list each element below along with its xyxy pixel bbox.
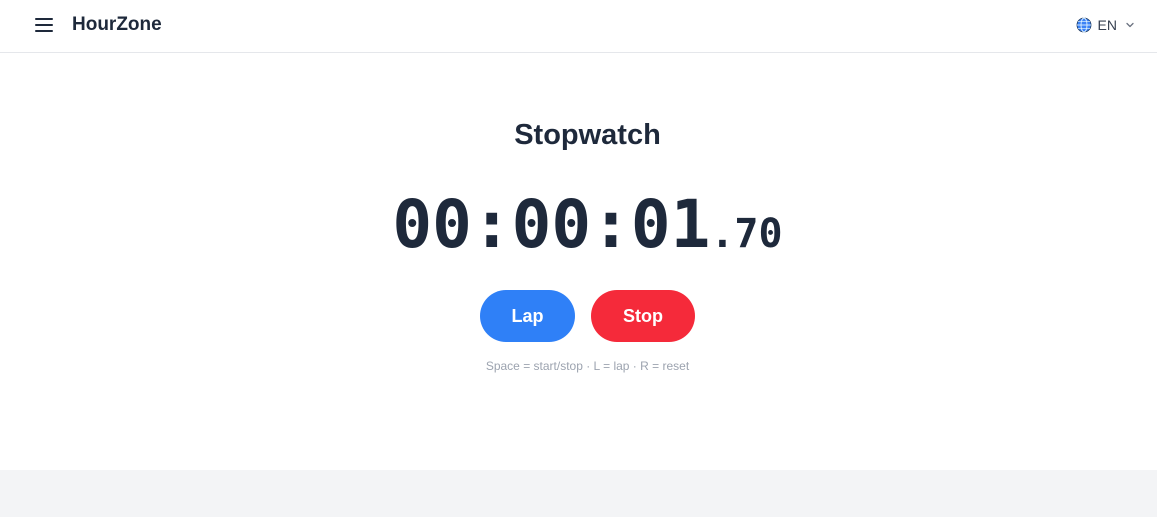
hamburger-menu-icon[interactable] <box>34 16 54 34</box>
time-display: 00:00:01.70 <box>0 182 1157 277</box>
control-buttons: Lap Stop <box>480 290 695 342</box>
stop-button[interactable]: Stop <box>591 290 695 342</box>
stopwatch-panel: Stopwatch 00:00:01.70 Lap Stop Space = s… <box>0 54 1157 470</box>
footer-band <box>0 470 1157 517</box>
time-display-main: 00:00:01 <box>392 186 711 263</box>
language-selector[interactable]: EN <box>1076 15 1135 35</box>
brand-logo-text[interactable]: HourZone <box>72 13 162 37</box>
time-display-fraction: .70 <box>710 211 783 257</box>
chevron-down-icon <box>1125 20 1135 30</box>
page-title: Stopwatch <box>514 119 661 151</box>
lap-button[interactable]: Lap <box>480 290 575 342</box>
top-bar: HourZone EN <box>0 0 1157 53</box>
keyboard-shortcuts-hint: Space = start/stop · L = lap · R = reset <box>485 359 690 373</box>
globe-icon <box>1076 17 1092 33</box>
language-label: EN <box>1097 17 1117 33</box>
